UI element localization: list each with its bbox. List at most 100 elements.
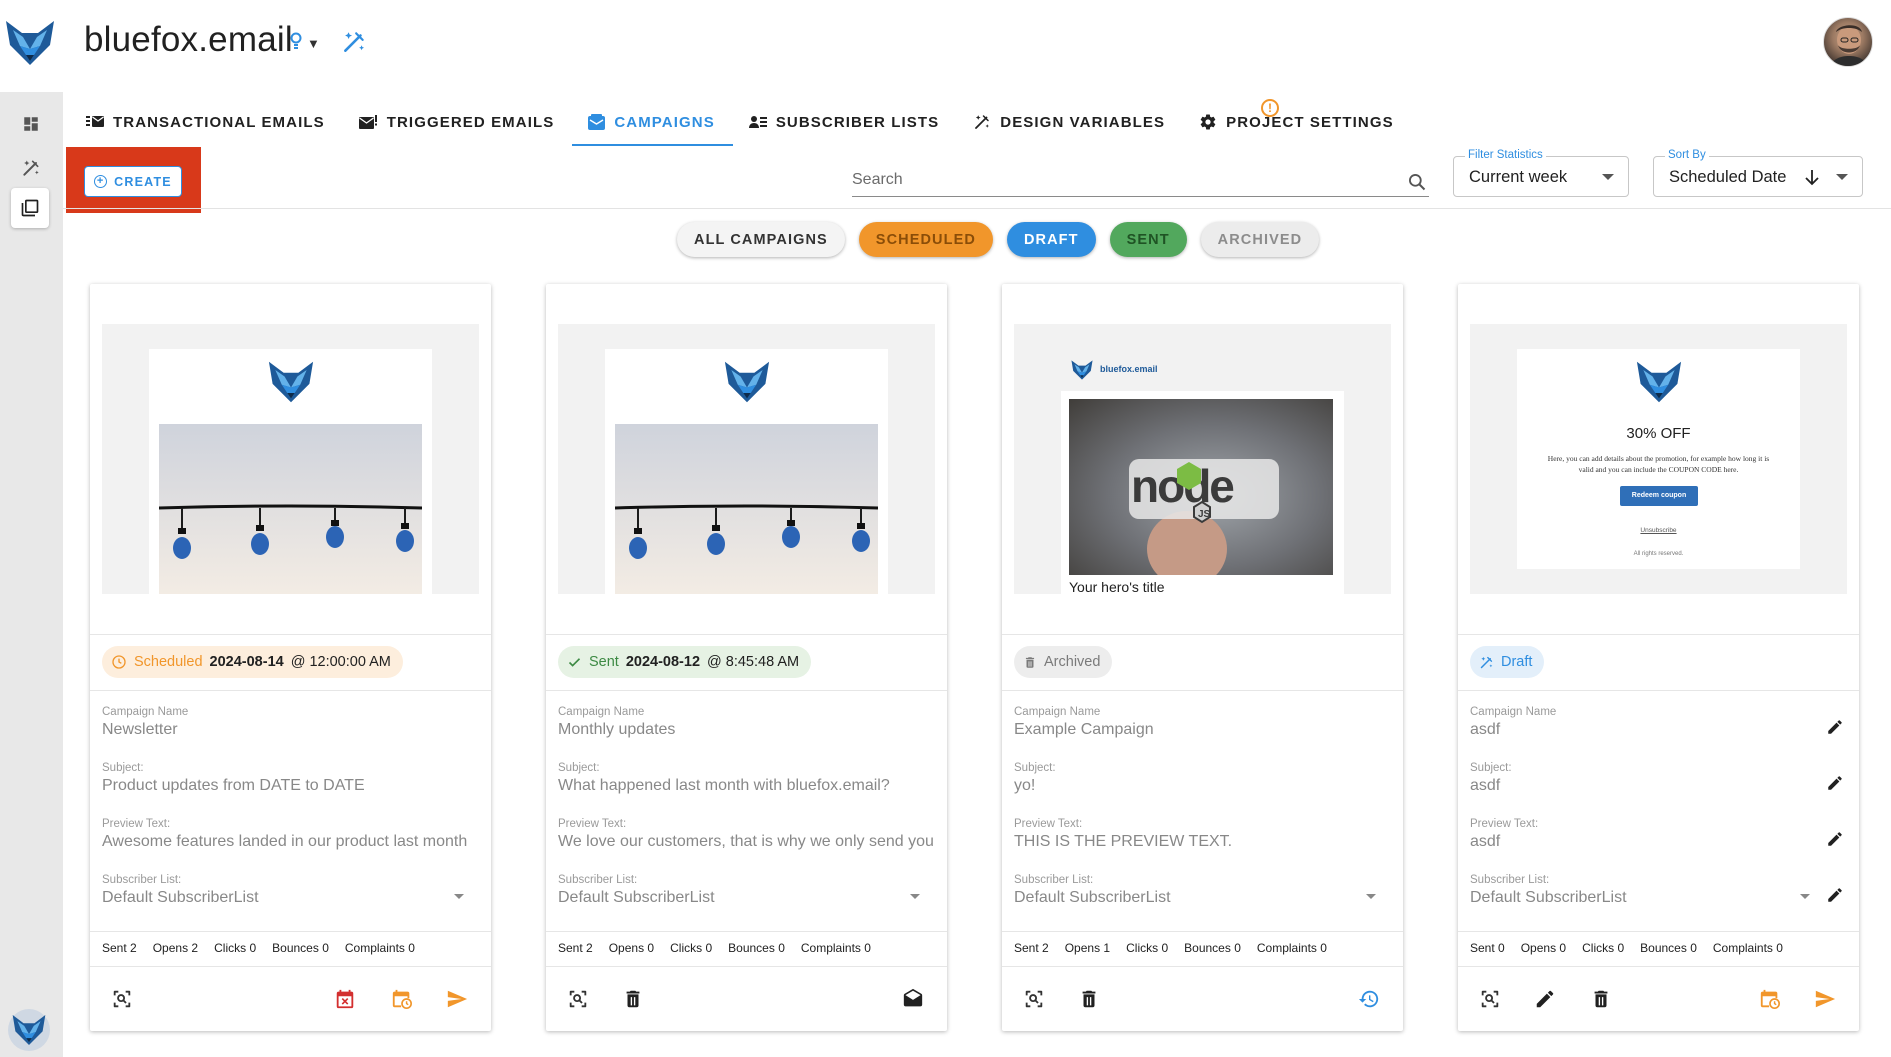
gear-icon [1199,113,1217,131]
chevron-down-icon [454,894,464,899]
delete-trash-icon[interactable] [1074,984,1104,1014]
email-preview[interactable]: 30% OFF Here, you can add details about … [1470,324,1847,594]
sort-by-select[interactable]: Sort By Scheduled Date [1653,149,1863,197]
tab-project-settings[interactable]: PROJECT SETTINGS [1183,100,1412,144]
edit-pencil-icon[interactable] [1530,984,1560,1014]
edit-pencil-icon[interactable] [1826,886,1844,909]
delete-trash-icon[interactable] [1586,984,1616,1014]
subject-field[interactable]: Subject: Product updates from DATE to DA… [102,762,482,795]
projects-rail-icon[interactable] [11,188,49,228]
unschedule-calendar-icon[interactable] [330,984,360,1014]
chip-scheduled[interactable]: SCHEDULED [858,222,993,257]
field-label: Subject: [1014,762,1056,774]
bluefox-rail-logo-icon[interactable] [8,1009,50,1051]
edit-pencil-icon[interactable] [1826,774,1844,797]
preview-scan-icon[interactable] [107,984,137,1014]
subscriber-list-icon [748,115,767,130]
tab-label: TRANSACTIONAL EMAILS [113,113,325,131]
delete-trash-icon[interactable] [618,984,648,1014]
arrow-down-icon[interactable] [1804,169,1820,187]
chip-archived[interactable]: ARCHIVED [1200,222,1320,257]
divider [90,931,491,932]
subscriber-list-select[interactable]: Subscriber List: Default SubscriberList [1470,874,1850,907]
subject-field[interactable]: Subject: asdf [1470,762,1850,795]
sort-by-label: Sort By [1665,149,1709,161]
campaign-stats: Sent 2 Opens 0 Clicks 0 Bounces 0 Compla… [558,941,871,955]
field-label: Subscriber List: [1014,874,1094,886]
campaign-name-field[interactable]: Campaign Name Newsletter [102,706,482,739]
search-icon[interactable] [1407,172,1427,192]
field-value: Default SubscriberList [1014,889,1171,906]
project-title[interactable]: bluefox.email [84,20,293,60]
stat-clicks: Clicks 0 [670,941,713,955]
tab-campaigns[interactable]: CAMPAIGNS [572,100,734,146]
card-actions [90,984,491,1031]
status-label: Sent [589,654,619,670]
restore-history-icon[interactable] [1354,984,1384,1014]
schedule-calendar-clock-icon[interactable] [1755,984,1785,1014]
mail-open-icon[interactable] [898,984,928,1014]
field-label: Subject: [558,762,600,774]
chevron-down-icon [1602,174,1614,180]
tab-subscriber-lists[interactable]: SUBSCRIBER LISTS [733,100,957,144]
stat-sent: Sent 2 [1014,941,1049,955]
stat-bounces: Bounces 0 [1184,941,1241,955]
card-actions [1002,984,1403,1031]
field-value: THIS IS THE PREVIEW TEXT. [1014,833,1233,850]
tab-transactional-emails[interactable]: TRANSACTIONAL EMAILS [70,100,343,144]
email-preview[interactable] [558,324,935,594]
user-avatar[interactable] [1823,17,1873,67]
chip-sent[interactable]: SENT [1109,222,1187,257]
project-switch-caret-icon[interactable]: ▼ [307,36,320,51]
stat-opens: Opens 0 [1520,941,1567,955]
tab-triggered-emails[interactable]: TRIGGERED EMAILS [343,100,573,144]
campaign-card: 30% OFF Here, you can add details about … [1458,284,1859,1031]
bluefox-logo-icon [723,359,771,405]
email-preview[interactable] [102,324,479,594]
tab-design-variables[interactable]: DESIGN VARIABLES [957,100,1183,144]
subject-field[interactable]: Subject: yo! [1014,762,1394,795]
subscriber-list-select[interactable]: Subscriber List: Default SubscriberList [102,874,482,907]
search-input[interactable] [852,164,1392,196]
campaign-stats: Sent 2 Opens 2 Clicks 0 Bounces 0 Compla… [102,941,415,955]
preview-scan-icon[interactable] [563,984,593,1014]
email-preview[interactable]: bluefox.email node JS Your hero's title [1014,324,1391,594]
design-tools-icon[interactable] [341,29,367,55]
filter-statistics-select[interactable]: Filter Statistics Current week [1453,149,1629,197]
subscriber-list-select[interactable]: Subscriber List: Default SubscriberList [1014,874,1394,907]
subject-field[interactable]: Subject: What happened last month with b… [558,762,938,795]
campaign-name-field[interactable]: Campaign Name asdf [1470,706,1850,739]
preview-scan-icon[interactable] [1475,984,1505,1014]
chip-draft[interactable]: DRAFT [1006,222,1096,257]
bluefox-logo-icon[interactable] [4,18,56,68]
stat-complaints: Complaints 0 [800,941,871,955]
field-label: Campaign Name [102,706,189,718]
preview-text-field[interactable]: Preview Text: asdf [1470,818,1850,851]
field-value: Newsletter [102,721,178,738]
send-icon[interactable] [442,984,472,1014]
chevron-down-icon [910,894,920,899]
campaign-card: Scheduled 2024-08-14 @ 12:00:00 AM Campa… [90,284,491,1031]
send-icon[interactable] [1810,984,1840,1014]
preview-text-field[interactable]: Preview Text: We love our customers, tha… [558,818,938,851]
chip-all-campaigns[interactable]: ALL CAMPAIGNS [677,222,845,257]
dashboard-icon[interactable] [14,107,48,141]
field-label: Preview Text: [102,818,171,830]
field-label: Subscriber List: [102,874,182,886]
preview-text-field[interactable]: Preview Text: THIS IS THE PREVIEW TEXT. [1014,818,1394,851]
reschedule-calendar-clock-icon[interactable] [387,984,417,1014]
preview-scan-icon[interactable] [1019,984,1049,1014]
filter-statistics-value: Current week [1469,168,1568,186]
campaign-name-field[interactable]: Campaign Name Example Campaign [1014,706,1394,739]
edit-pencil-icon[interactable] [1826,830,1844,853]
preview-text-field[interactable]: Preview Text: Awesome features landed in… [102,818,482,851]
create-campaign-button[interactable]: + CREATE [84,166,182,197]
subscriber-list-select[interactable]: Subscriber List: Default SubscriberList [558,874,938,907]
create-label: CREATE [114,174,172,189]
campaign-name-field[interactable]: Campaign Name Monthly updates [558,706,938,739]
tab-label: PROJECT SETTINGS [1226,113,1394,131]
chevron-down-icon [1800,894,1810,899]
email-thumbnail: 30% OFF Here, you can add details about … [1517,349,1800,569]
edit-pencil-icon[interactable] [1826,718,1844,741]
design-tools-rail-icon[interactable] [14,151,48,185]
